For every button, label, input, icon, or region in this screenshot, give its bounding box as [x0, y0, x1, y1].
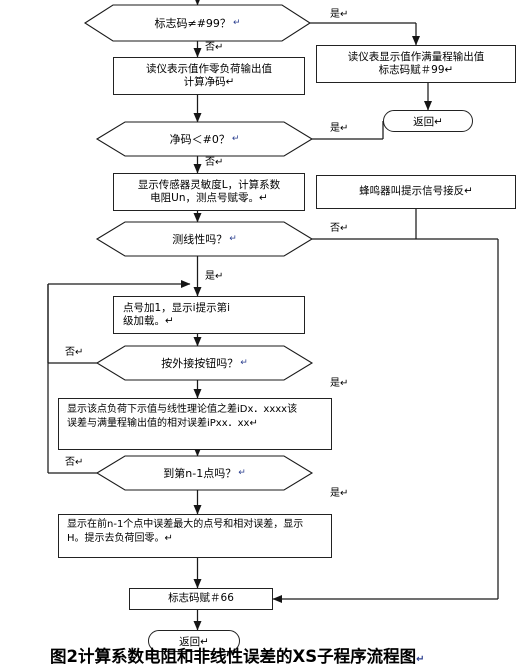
- decision-external-button-pressed-label: 按外接按钮吗？: [161, 357, 239, 370]
- decision-net-less-than-zero-label: 净码＜#0？: [169, 133, 230, 146]
- edge-label-yes-flag99: 是↵: [330, 9, 349, 20]
- process-show-sensitivity-line1: 显示传感器灵敏度L，计算系数: [137, 178, 281, 191]
- process-assign-flag-66-label: 标志码赋＃66: [168, 592, 234, 605]
- decision-flag-not-99[interactable]: 标志码≠#99？ ↵: [85, 5, 310, 41]
- process-show-linearity-difference-line1: 显示该点负荷下示值与线性理论值之差iDx．xxxx该: [67, 404, 298, 415]
- terminator-return-top[interactable]: 返回↵: [383, 110, 473, 132]
- figure-caption: 图2计算系数电阻和非线性误差的XS子程序流程图↵: [50, 643, 424, 667]
- cr-mark-4: ↵: [240, 358, 248, 368]
- process-show-sensitivity[interactable]: 显示传感器灵敏度L，计算系数 电阻Un，测点号赋零。↵: [113, 173, 305, 211]
- process-increment-point-number-line1: 点号加1，显示i提示第i: [123, 301, 231, 314]
- process-increment-point-number-line2: 级加载。↵: [123, 315, 174, 327]
- decision-test-linearity-label: 测线性吗？: [172, 233, 228, 246]
- edge-label-yes-point-n1: 是↵: [330, 488, 349, 499]
- edge-label-yes-ext-button: 是↵: [330, 378, 349, 389]
- decision-flag-not-99-label: 标志码≠#99？: [154, 17, 231, 30]
- decision-reached-point-n-minus-1[interactable]: 到第n-1点吗？ ↵: [97, 456, 312, 490]
- cr-mark-5: ↵: [238, 468, 246, 478]
- process-show-sensitivity-line2: 电阻Un，测点号赋零。↵: [150, 192, 268, 204]
- process-buzzer-signal-reversed[interactable]: 蜂鸣器叫提示信号接反↵: [316, 175, 516, 209]
- edge-label-no-point-n1: 否↵: [65, 457, 84, 468]
- cr-mark-caption: ↵: [416, 654, 425, 665]
- decision-outlines: [83, 4, 314, 491]
- decision-net-less-than-zero[interactable]: 净码＜#0？ ↵: [97, 122, 312, 156]
- process-buzzer-signal-reversed-label: 蜂鸣器叫提示信号接反↵: [359, 185, 473, 198]
- edge-label-no-flag99: 否↵: [205, 42, 224, 53]
- cr-mark-1: ↵: [232, 18, 241, 28]
- edge-label-yes-net: 是↵: [330, 123, 349, 134]
- process-read-zero-load-line2: 计算净码↵: [183, 76, 235, 88]
- flowchart-canvas: 标志码≠#99？ ↵ 读仪表示值作零负荷输出值 计算净码↵ 读仪表显示值作满量程…: [0, 0, 531, 671]
- process-read-full-scale-line1: 读仪表显示值作满量程输出值: [347, 50, 485, 63]
- edge-label-no-ext-button: 否↵: [65, 347, 84, 358]
- process-read-zero-load-line1: 读仪表示值作零负荷输出值: [146, 62, 272, 75]
- edge-label-yes-linearity: 是↵: [205, 271, 224, 282]
- decision-test-linearity[interactable]: 测线性吗？ ↵: [97, 222, 312, 256]
- process-increment-point-number[interactable]: 点号加1，显示i提示第i 级加载。↵: [113, 296, 305, 334]
- cr-mark-2: ↵: [231, 134, 240, 144]
- decision-reached-point-n-minus-1-label: 到第n-1点吗？: [163, 467, 237, 480]
- process-read-full-scale-line2: 标志码赋＃99↵: [378, 64, 454, 76]
- process-read-zero-load[interactable]: 读仪表示值作零负荷输出值 计算净码↵: [113, 57, 305, 95]
- figure-caption-text: 图2计算系数电阻和非线性误差的XS子程序流程图: [50, 647, 417, 666]
- process-assign-flag-66[interactable]: 标志码赋＃66: [129, 588, 273, 610]
- process-show-linearity-difference[interactable]: 显示该点负荷下示值与线性理论值之差iDx．xxxx该 误差与满量程输出值的相对误…: [58, 398, 332, 450]
- process-show-max-error[interactable]: 显示在前n-1个点中误差最大的点号和相对误差，显示 H。提示去负荷回零。↵: [58, 514, 332, 558]
- cr-mark-3: ↵: [229, 234, 237, 244]
- edge-label-no-linearity: 否↵: [330, 223, 349, 234]
- edge-label-no-net: 否↵: [205, 157, 224, 168]
- decision-external-button-pressed[interactable]: 按外接按钮吗？ ↵: [97, 346, 312, 380]
- process-show-max-error-line2: H。提示去负荷回零。↵: [67, 532, 173, 544]
- process-show-linearity-difference-line2: 误差与满量程输出值的相对误差iPxx．xx↵: [67, 417, 258, 429]
- process-read-full-scale[interactable]: 读仪表显示值作满量程输出值 标志码赋＃99↵: [316, 45, 516, 83]
- process-show-max-error-line1: 显示在前n-1个点中误差最大的点号和相对误差，显示: [67, 519, 304, 530]
- terminator-return-top-label: 返回↵: [413, 115, 443, 128]
